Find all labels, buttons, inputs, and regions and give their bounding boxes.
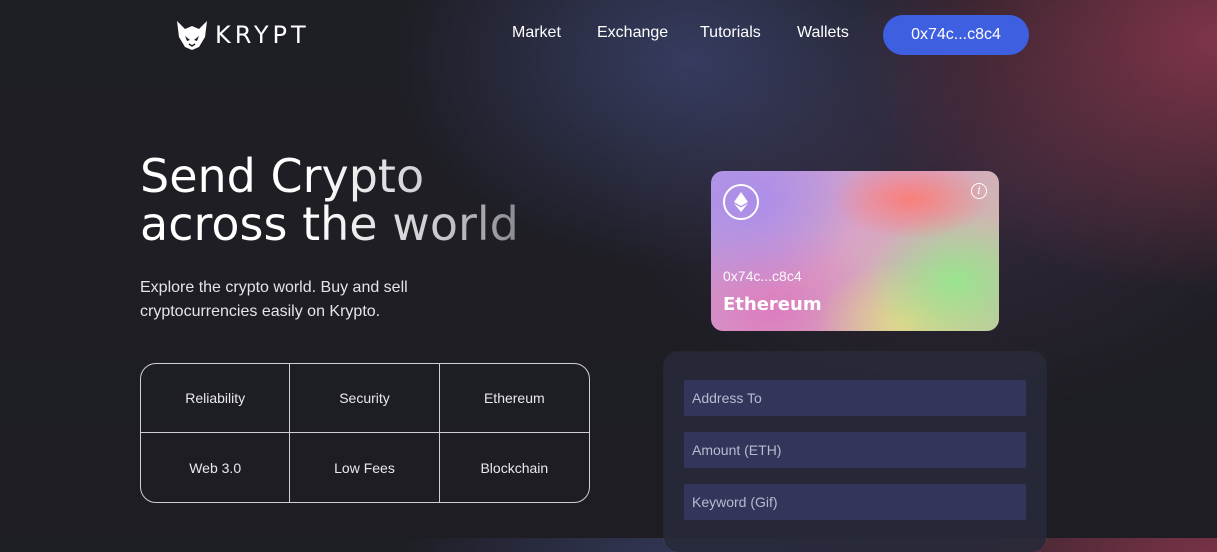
features-grid: Reliability Security Ethereum Web 3.0 Lo… [140,363,590,503]
nav-link-exchange[interactable]: Exchange [597,24,668,42]
ethereum-icon [723,184,759,220]
feature-security: Security [290,364,440,433]
krypt-logo[interactable]: KRYPT [175,18,310,52]
info-icon[interactable]: i [971,183,987,199]
wallet-address-button[interactable]: 0x74c...c8c4 [883,15,1029,55]
send-form [664,352,1046,552]
fox-logo-icon [177,21,207,50]
feature-blockchain: Blockchain [480,459,549,476]
nav-link-tutorials[interactable]: Tutorials [700,24,761,42]
nav-link-wallets[interactable]: Wallets [797,24,849,42]
hero-title-line-2: across the world [140,197,519,251]
keyword-input[interactable] [684,484,1026,520]
feature-ethereum: Ethereum [439,364,589,433]
feature-reliability: Reliability [141,364,291,433]
hero-title-line-1: Send Crypto [140,149,425,203]
hero-subtitle: Explore the crypto world. Buy and sell c… [140,279,408,320]
nav-link-market[interactable]: Market [512,24,561,42]
logo-text: KRYPT [215,21,310,49]
feature-web3: Web 3.0 [141,433,291,502]
amount-input[interactable] [684,432,1026,468]
hero-title: Send Crypto across the world [140,152,519,248]
feature-low-fees: Low Fees [290,433,440,502]
card-address: 0x74c...c8c4 [723,268,802,284]
card-network: Ethereum [723,294,822,315]
address-to-input[interactable] [684,380,1026,416]
ethereum-card: i 0x74c...c8c4 Ethereum [711,171,999,331]
